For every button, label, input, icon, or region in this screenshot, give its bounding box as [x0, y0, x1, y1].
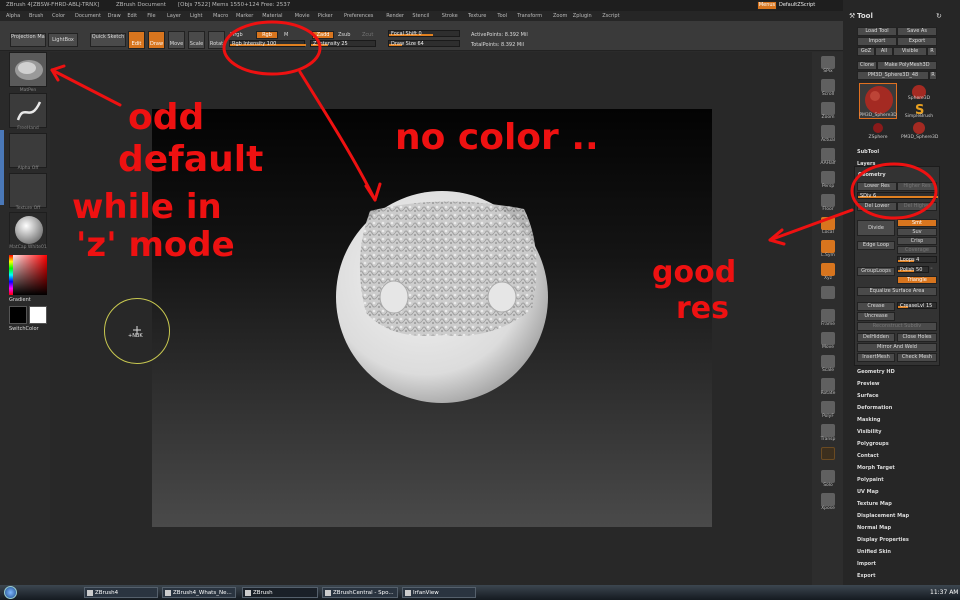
annotation-good: good — [652, 255, 737, 290]
annotation-while-in: while in — [72, 187, 222, 227]
circle-sdiv — [850, 162, 938, 220]
annotation-no-color: no color .. — [395, 117, 599, 158]
arrow-to-brush — [50, 68, 122, 107]
annotation-default: default — [118, 139, 264, 180]
annotation-odd: odd — [128, 97, 205, 138]
annotation-z-mode: 'z' mode — [76, 225, 235, 265]
arrow-to-geometry — [768, 208, 854, 242]
arrow-to-sphere — [298, 70, 377, 202]
annotation-arrows — [50, 20, 938, 246]
circle-rgb-intensity — [222, 20, 322, 76]
annotation-res: res — [676, 291, 729, 326]
